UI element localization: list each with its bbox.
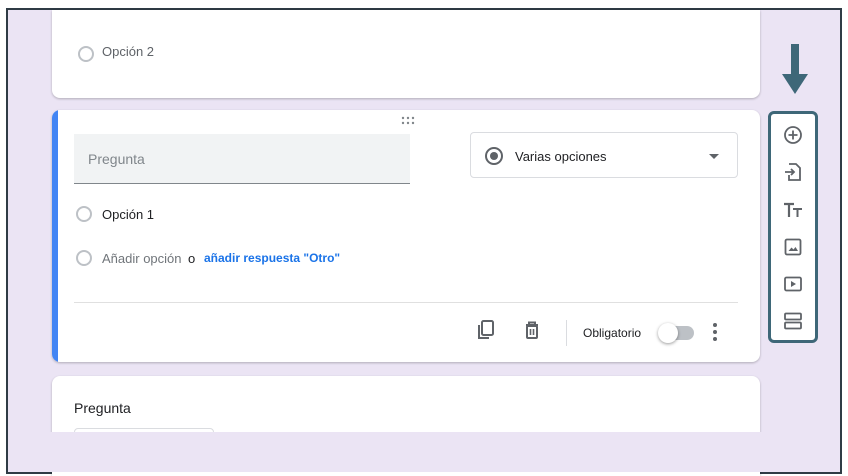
option-radio — [76, 250, 92, 266]
option-label: Opción 2 — [102, 44, 155, 59]
drag-handle-icon[interactable] — [400, 116, 416, 126]
previous-question-card: Opción 2 — [52, 10, 760, 98]
add-other-link[interactable]: añadir respuesta "Otro" — [204, 251, 340, 265]
add-option-button[interactable]: Añadir opción — [102, 251, 182, 266]
required-label: Obligatorio — [583, 326, 642, 340]
card-footer-divider — [74, 302, 738, 303]
active-question-card[interactable]: Pregunta Varias opciones Opción 1 Añadir… — [52, 110, 760, 362]
background-strip — [8, 432, 840, 472]
question-type-label: Varias opciones — [515, 149, 607, 164]
option-radio[interactable] — [76, 206, 92, 222]
add-option-row: Añadir opción o añadir respuesta "Otro" — [76, 250, 340, 271]
toggle-knob — [658, 323, 678, 343]
question-placeholder: Pregunta — [88, 151, 145, 167]
option-1-label[interactable]: Opción 1 — [102, 207, 154, 222]
next-question-title: Pregunta — [74, 400, 131, 416]
add-image-icon[interactable] — [782, 236, 804, 258]
question-input[interactable]: Pregunta — [74, 134, 410, 184]
floating-toolbar — [768, 111, 818, 343]
add-section-icon[interactable] — [782, 310, 804, 332]
arrow-down-icon — [782, 44, 808, 100]
option-radio[interactable] — [78, 46, 94, 62]
required-toggle[interactable] — [658, 323, 694, 343]
option-row: Opción 1 — [76, 206, 154, 227]
screenshot-frame: Opción 2 Pregunta Varias opciones Opción… — [6, 8, 842, 476]
dropdown-caret-icon — [709, 154, 719, 159]
active-card-accent — [52, 110, 58, 362]
duplicate-icon[interactable] — [474, 318, 498, 342]
add-title-icon[interactable] — [782, 199, 804, 221]
footer-divider — [566, 320, 567, 346]
delete-icon[interactable] — [520, 318, 544, 342]
radio-button-icon — [485, 147, 503, 165]
add-video-icon[interactable] — [782, 273, 804, 295]
more-options-icon[interactable] — [708, 320, 722, 344]
import-questions-icon[interactable] — [782, 161, 804, 183]
or-text: o — [188, 251, 196, 266]
question-type-dropdown[interactable]: Varias opciones — [470, 132, 738, 178]
add-question-icon[interactable] — [782, 124, 804, 146]
